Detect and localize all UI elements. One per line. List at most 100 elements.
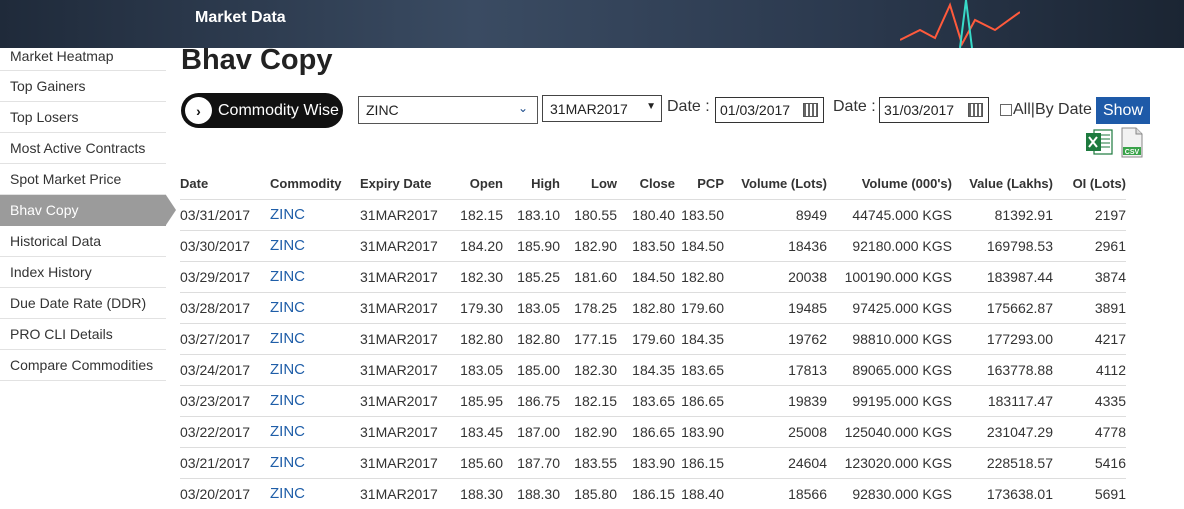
show-button[interactable]: Show [1096,97,1150,124]
calendar-icon[interactable] [968,103,983,117]
sidebar-item-pro-cli-details[interactable]: PRO CLI Details [0,319,166,350]
col-header-value-lakhs[interactable]: Value (Lakhs) [952,168,1053,199]
col-header-open[interactable]: Open [450,168,503,199]
cell-date: 03/29/2017 [180,260,270,292]
excel-icon[interactable] [1085,128,1113,156]
cell-date: 03/20/2017 [180,477,270,509]
cell-volume-lots: 24604 [724,446,827,478]
commodity-wise-label: Commodity Wise [218,101,339,119]
cell-commodity[interactable]: ZINC [270,477,360,509]
to-date-input[interactable]: 31/03/2017 [879,97,989,123]
commodity-select-value: ZINC [366,102,399,118]
banner-title: Market Data [195,9,286,26]
cell-volume-000s: 92830.000 KGS [827,477,952,509]
cell-volume-lots: 19839 [724,384,827,416]
sidebar-item-market-heatmap[interactable]: Market Heatmap [0,44,166,71]
from-date-label: Date : [667,98,710,115]
cell-volume-000s: 92180.000 KGS [827,229,952,261]
cell-close: 179.60 [617,322,675,354]
cell-expiry-date: 31MAR2017 [360,384,450,416]
table-row: 03/30/2017 ZINC 31MAR2017 184.20 185.90 182.9… [180,229,1126,261]
cell-date: 03/23/2017 [180,384,270,416]
cell-commodity[interactable]: ZINC [270,260,360,292]
col-header-close[interactable]: Close [617,168,675,199]
cell-date: 03/22/2017 [180,415,270,447]
col-header-oi-lots[interactable]: OI (Lots) [1053,168,1126,199]
sidebar-item-spot-market-price[interactable]: Spot Market Price [0,164,166,195]
cell-oi-lots: 2961 [1053,229,1126,261]
col-header-date[interactable]: Date [180,168,270,199]
cell-oi-lots: 4335 [1053,384,1126,416]
commodity-select[interactable]: ZINC ⌄ [358,96,538,124]
cell-commodity[interactable]: ZINC [270,198,360,230]
cell-low: 181.60 [560,260,617,292]
table-header-row: Date Commodity Expiry Date Open High Low… [180,168,1126,199]
cell-close: 184.50 [617,260,675,292]
col-header-commodity[interactable]: Commodity [270,168,360,199]
cell-volume-000s: 89065.000 KGS [827,353,952,385]
col-header-volume-lots[interactable]: Volume (Lots) [724,168,827,199]
cell-high: 185.90 [503,229,560,261]
cell-oi-lots: 3891 [1053,291,1126,323]
cell-expiry-date: 31MAR2017 [360,229,450,261]
cell-date: 03/21/2017 [180,446,270,478]
cell-value-lakhs: 231047.29 [952,415,1053,447]
cell-value-lakhs: 175662.87 [952,291,1053,323]
cell-open: 183.45 [450,415,503,447]
cell-close: 180.40 [617,198,675,230]
sidebar-item-index-history[interactable]: Index History [0,257,166,288]
cell-low: 178.25 [560,291,617,323]
all-by-date-label: All|By Date [1013,101,1092,118]
expiry-select-value: 31MAR2017 [550,100,628,117]
svg-text:CSV: CSV [1125,149,1140,156]
col-header-volume-000s[interactable]: Volume (000's) [827,168,952,199]
cell-open: 184.20 [450,229,503,261]
col-header-pcp[interactable]: PCP [675,168,724,199]
cell-expiry-date: 31MAR2017 [360,291,450,323]
from-date-value: 01/03/2017 [720,102,791,118]
cell-open: 182.80 [450,322,503,354]
cell-commodity[interactable]: ZINC [270,446,360,478]
all-by-date-checkbox[interactable] [1000,104,1012,116]
calendar-icon[interactable] [803,103,818,117]
cell-volume-lots: 18566 [724,477,827,509]
commodity-wise-button[interactable]: › Commodity Wise [181,93,343,128]
cell-date: 03/28/2017 [180,291,270,323]
col-header-expiry-date[interactable]: Expiry Date [360,168,450,199]
cell-commodity[interactable]: ZINC [270,229,360,261]
cell-commodity[interactable]: ZINC [270,353,360,385]
cell-expiry-date: 31MAR2017 [360,446,450,478]
col-header-high[interactable]: High [503,168,560,199]
cell-volume-lots: 25008 [724,415,827,447]
cell-commodity[interactable]: ZINC [270,384,360,416]
cell-commodity[interactable]: ZINC [270,291,360,323]
cell-oi-lots: 4112 [1053,353,1126,385]
sidebar-nav: Market Heatmap Top Gainers Top Losers Mo… [0,44,176,381]
all-by-date-toggle[interactable]: All|By Date [1000,101,1092,119]
cell-commodity[interactable]: ZINC [270,415,360,447]
cell-pcp: 182.80 [675,260,724,292]
col-header-low[interactable]: Low [560,168,617,199]
sidebar-item-bhav-copy[interactable]: Bhav Copy [0,195,176,226]
chevron-right-icon: › [185,97,212,124]
csv-icon[interactable]: CSV [1120,127,1144,158]
cell-commodity[interactable]: ZINC [270,322,360,354]
cell-pcp: 183.50 [675,198,724,230]
sidebar-item-top-losers[interactable]: Top Losers [0,102,166,133]
cell-low: 180.55 [560,198,617,230]
cell-expiry-date: 31MAR2017 [360,260,450,292]
from-date-input[interactable]: 01/03/2017 [715,97,824,123]
cell-low: 182.90 [560,229,617,261]
cell-value-lakhs: 169798.53 [952,229,1053,261]
expiry-select[interactable]: 31MAR2017 ▼ [542,95,662,122]
sidebar-item-historical-data[interactable]: Historical Data [0,226,166,257]
cell-date: 03/27/2017 [180,322,270,354]
cell-oi-lots: 4778 [1053,415,1126,447]
sidebar-item-most-active-contracts[interactable]: Most Active Contracts [0,133,166,164]
cell-low: 183.55 [560,446,617,478]
sidebar-item-due-date-rate[interactable]: Due Date Rate (DDR) [0,288,166,319]
sidebar-item-top-gainers[interactable]: Top Gainers [0,71,166,102]
cell-pcp: 184.50 [675,229,724,261]
sidebar-item-compare-commodities[interactable]: Compare Commodities [0,350,166,381]
cell-low: 177.15 [560,322,617,354]
